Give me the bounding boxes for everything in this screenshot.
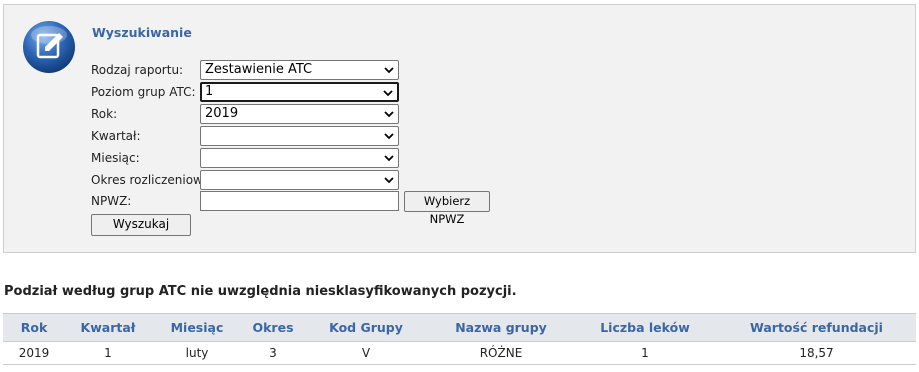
choose-npwz-button[interactable]: Wybierz NPWZ — [404, 191, 490, 226]
quarter-row: Kwartał: — [91, 126, 691, 146]
chevron-down-icon — [383, 90, 393, 97]
col-header-period[interactable]: Okres — [243, 313, 303, 342]
col-header-month[interactable]: Miesiąc — [151, 313, 243, 342]
cell-month: luty — [151, 341, 243, 365]
quarter-label: Kwartał: — [91, 129, 141, 143]
atc-level-value: 1 — [205, 84, 214, 99]
cell-group-code: V — [303, 341, 429, 365]
edit-document-icon — [23, 21, 75, 73]
search-button[interactable]: Wyszukaj — [91, 214, 191, 236]
period-label: Okres rozliczeniowy: — [91, 173, 214, 187]
atc-level-row: Poziom grup ATC: 1 — [91, 82, 691, 102]
npwz-row: NPWZ: Wybierz NPWZ — [91, 191, 691, 226]
col-header-group-name[interactable]: Nazwa grupy — [429, 313, 573, 342]
year-value: 2019 — [205, 106, 239, 121]
col-header-drug-count[interactable]: Liczba leków — [573, 313, 717, 342]
year-row: Rok: 2019 — [91, 104, 691, 124]
chevron-down-icon — [384, 67, 394, 74]
npwz-input[interactable] — [200, 191, 399, 211]
month-label: Miesiąc: — [91, 151, 140, 165]
col-header-group-code[interactable]: Kod Grupy — [303, 313, 429, 342]
col-header-year[interactable]: Rok — [3, 313, 65, 342]
month-row: Miesiąc: — [91, 148, 691, 168]
chevron-down-icon — [384, 111, 394, 118]
table-row: 2019 1 luty 3 V RÓŻNE 1 18,57 — [3, 341, 916, 365]
search-panel: Wyszukiwanie Rodzaj raportu: Zestawienie… — [3, 4, 916, 253]
report-type-select[interactable]: Zestawienie ATC — [200, 60, 399, 80]
year-select[interactable]: 2019 — [200, 104, 399, 124]
report-type-label: Rodzaj raportu: — [91, 63, 184, 77]
cell-period: 3 — [243, 341, 303, 365]
cell-refund-value: 18,57 — [717, 341, 916, 365]
chevron-down-icon — [384, 155, 394, 162]
col-header-refund-value[interactable]: Wartość refundacji — [717, 313, 916, 342]
chevron-down-icon — [384, 133, 394, 140]
cell-drug-count: 1 — [573, 341, 717, 365]
cell-group-name: RÓŻNE — [429, 341, 573, 365]
month-select[interactable] — [200, 148, 399, 168]
report-type-value: Zestawienie ATC — [205, 62, 313, 77]
cell-year: 2019 — [3, 341, 65, 365]
search-title: Wyszukiwanie — [92, 25, 192, 40]
period-select[interactable] — [200, 170, 399, 190]
atc-note: Podział według grup ATC nie uwzględnia n… — [4, 284, 517, 299]
col-header-quarter[interactable]: Kwartał — [65, 313, 151, 342]
table-header-row: Rok Kwartał Miesiąc Okres Kod Grupy Nazw… — [3, 313, 916, 342]
report-type-row: Rodzaj raportu: Zestawienie ATC — [91, 60, 691, 80]
cell-quarter: 1 — [65, 341, 151, 365]
period-row: Okres rozliczeniowy: — [91, 170, 691, 190]
atc-level-select[interactable]: 1 — [200, 82, 399, 102]
npwz-label: NPWZ: — [91, 194, 132, 208]
atc-level-label: Poziom grup ATC: — [91, 85, 196, 99]
quarter-select[interactable] — [200, 126, 399, 146]
chevron-down-icon — [384, 177, 394, 184]
year-label: Rok: — [91, 107, 118, 121]
results-table: Rok Kwartał Miesiąc Okres Kod Grupy Nazw… — [3, 313, 916, 365]
